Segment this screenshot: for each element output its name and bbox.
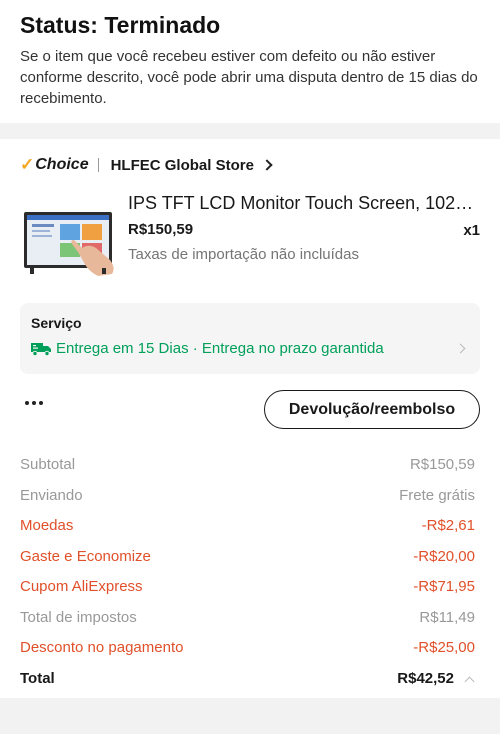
- summary-label: Moedas: [20, 517, 74, 534]
- summary-label: Total: [20, 670, 55, 687]
- summary-value: R$11,49: [419, 609, 475, 626]
- product-quantity: x1: [463, 222, 480, 239]
- order-status-card: Status: Terminado Se o item que você rec…: [0, 0, 500, 123]
- summary-label: Total de impostos: [20, 609, 137, 626]
- summary-label: Gaste e Economize: [20, 548, 151, 565]
- summary-row-spend-save: Gaste e Economize -R$20,00: [20, 547, 475, 567]
- summary-row-shipping: Enviando Frete grátis: [20, 486, 475, 506]
- summary-value: -R$20,00: [413, 548, 475, 565]
- product-image[interactable]: [20, 194, 118, 294]
- choice-badge: ✓ Choice: [20, 155, 89, 175]
- service-title: Serviço: [31, 315, 82, 331]
- divider: [97, 158, 99, 172]
- service-box[interactable]: Serviço Entrega em 15 Dias · Entrega no …: [20, 303, 480, 374]
- summary-row-total[interactable]: Total R$42,52: [20, 669, 475, 689]
- summary-label: Enviando: [20, 487, 83, 504]
- summary-row-taxes: Total de impostos R$11,49: [20, 608, 475, 628]
- summary-value: -R$2,61: [421, 517, 475, 534]
- order-card: ✓ Choice HLFEC Global Store IPS TFT LCD …: [0, 139, 500, 698]
- chevron-right-icon[interactable]: [261, 159, 273, 171]
- chevron-up-icon[interactable]: [464, 676, 475, 686]
- check-icon: ✓: [20, 155, 35, 174]
- tax-note: Taxas de importação não incluídas: [128, 246, 359, 263]
- summary-value: -R$25,00: [413, 639, 475, 656]
- summary-row-payment-discount: Desconto no pagamento -R$25,00: [20, 638, 475, 658]
- delivery-label: Entrega em 15 Dias · Entrega no prazo ga…: [56, 340, 384, 357]
- summary-value: -R$71,95: [413, 578, 475, 595]
- summary-value: Frete grátis: [399, 487, 475, 504]
- summary-label: Cupom AliExpress: [20, 578, 143, 595]
- summary-value: R$42,52: [397, 670, 454, 687]
- total-value-wrap: R$42,52: [397, 669, 475, 689]
- truck-icon: [31, 342, 51, 356]
- summary-row-subtotal: Subtotal R$150,59: [20, 455, 475, 475]
- summary-label: Desconto no pagamento: [20, 639, 184, 656]
- store-name[interactable]: HLFEC Global Store: [111, 157, 254, 174]
- product-price: R$150,59: [128, 221, 194, 238]
- status-description: Se o item que você recebeu estiver com d…: [20, 48, 478, 107]
- store-header[interactable]: ✓ Choice HLFEC Global Store: [20, 154, 273, 176]
- summary-row-coupon: Cupom AliExpress -R$71,95: [20, 577, 475, 597]
- status-title: Status: Terminado: [20, 12, 221, 38]
- product-title[interactable]: IPS TFT LCD Monitor Touch Screen, 1024..…: [128, 191, 478, 215]
- choice-badge-label: Choice: [35, 156, 89, 173]
- delivery-info: Entrega em 15 Dias · Entrega no prazo ga…: [31, 340, 469, 357]
- refund-button[interactable]: Devolução/reembolso: [264, 390, 480, 429]
- summary-label: Subtotal: [20, 456, 76, 473]
- summary-row-coins: Moedas -R$2,61: [20, 516, 475, 536]
- summary-value: R$150,59: [409, 456, 475, 473]
- more-options-icon[interactable]: [25, 401, 43, 405]
